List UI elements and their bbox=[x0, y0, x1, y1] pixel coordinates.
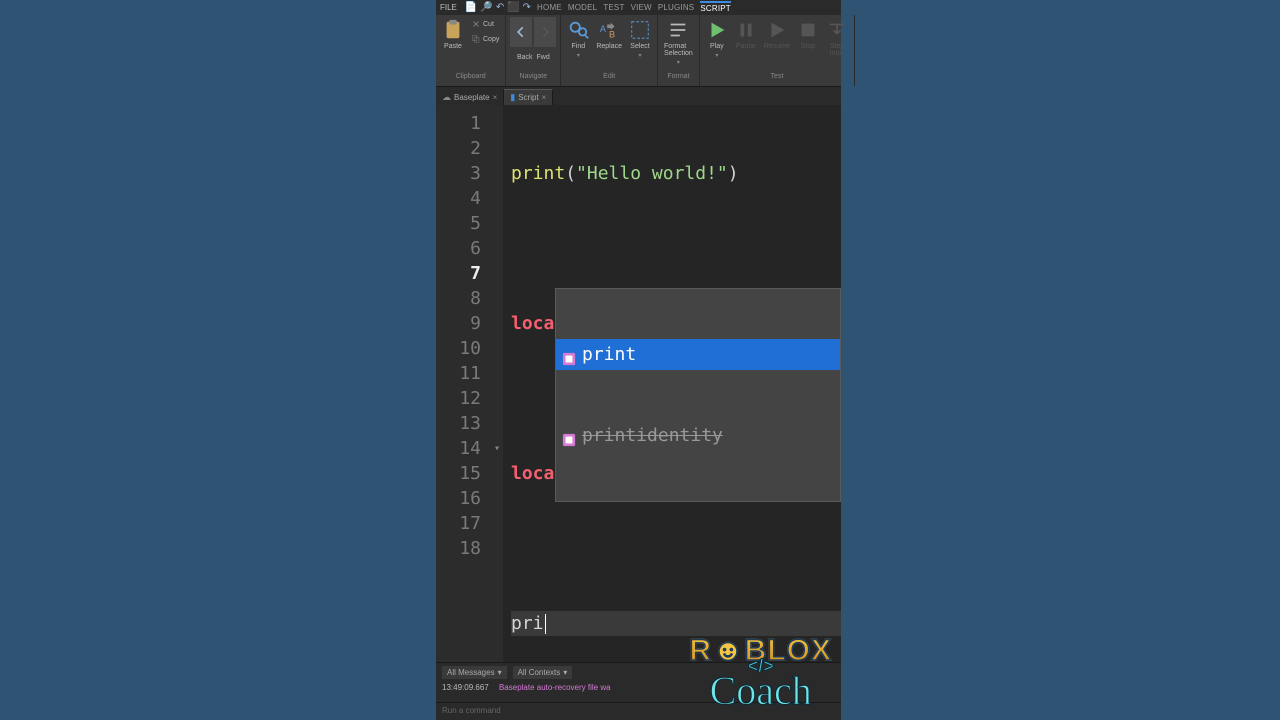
ribbon-tab-home[interactable]: HOME bbox=[537, 3, 562, 12]
find-button[interactable]: Find▾ bbox=[565, 17, 591, 61]
quick-access-toolbar: 📄 🔎 ↶ ⬛ ↷ bbox=[465, 2, 531, 13]
ribbon-tab-test[interactable]: TEST bbox=[603, 3, 624, 12]
svg-text:B: B bbox=[609, 29, 615, 39]
resume-button: Resume bbox=[762, 17, 792, 52]
document-tabs: ☁ Baseplate × ▮ Script × bbox=[436, 87, 841, 105]
ribbon-label: Format bbox=[667, 73, 689, 80]
ribbon-label: Clipboard bbox=[456, 73, 486, 80]
play-button[interactable]: Play▾ bbox=[704, 17, 730, 61]
cloud-icon: ☁ bbox=[442, 92, 451, 103]
line-gutter: 1 2 3 4 5 6 7 8 9 10 11 12 13 14 15 16 1… bbox=[436, 105, 491, 662]
step-into-button: Step Into bbox=[824, 17, 850, 59]
ribbon-group-clipboard: Paste Cut Copy Clipboard bbox=[436, 15, 506, 86]
close-icon[interactable]: × bbox=[542, 93, 547, 102]
format-selection-button[interactable]: Format Selection▾ bbox=[662, 17, 695, 68]
ribbon-label: Test bbox=[770, 73, 783, 80]
script-icon: ▮ bbox=[510, 92, 515, 103]
new-icon[interactable]: 📄 bbox=[465, 2, 477, 13]
binoculars-icon[interactable]: 🔎 bbox=[480, 2, 492, 13]
select-button[interactable]: Select▾ bbox=[627, 17, 653, 61]
ribbon-group-navigate: Back Fwd Navigate bbox=[506, 15, 561, 86]
ribbon-group-edit: Find▾ AB Replace Select▾ Edit bbox=[561, 15, 658, 86]
tab-script[interactable]: ▮ Script × bbox=[504, 89, 553, 105]
fwd-label: Fwd bbox=[537, 54, 550, 61]
chevron-down-icon: ▾ bbox=[563, 668, 567, 677]
ribbon-label: Edit bbox=[603, 73, 615, 80]
chevron-down-icon: ▾ bbox=[498, 668, 502, 677]
function-icon bbox=[562, 429, 576, 443]
replace-button[interactable]: AB Replace bbox=[594, 17, 624, 52]
code-editor[interactable]: 1 2 3 4 5 6 7 8 9 10 11 12 13 14 15 16 1… bbox=[436, 105, 841, 662]
ribbon-label: Navigate bbox=[520, 73, 548, 80]
pause-button: Pause bbox=[733, 17, 759, 52]
autocomplete-item[interactable]: printidentity bbox=[556, 420, 840, 451]
paste-button[interactable]: Paste bbox=[440, 17, 466, 52]
close-icon[interactable]: × bbox=[493, 93, 498, 102]
tab-baseplate[interactable]: ☁ Baseplate × bbox=[436, 90, 504, 105]
ribbon-tab-model[interactable]: MODEL bbox=[568, 3, 597, 12]
watermark-logo: R☻BLOX </> Coach bbox=[689, 634, 832, 714]
file-menu[interactable]: FILE bbox=[440, 3, 457, 12]
undo-icon[interactable]: ↶ bbox=[496, 2, 504, 13]
ribbon: Paste Cut Copy Clipboard bbox=[436, 15, 841, 87]
back-button[interactable] bbox=[510, 17, 532, 47]
autocomplete-item[interactable]: print bbox=[556, 339, 840, 370]
ribbon-tab-view[interactable]: VIEW bbox=[631, 3, 652, 12]
back-label: Back bbox=[517, 54, 533, 61]
code-area[interactable]: print("Hello world!") local apples = 10 … bbox=[503, 105, 841, 662]
function-icon bbox=[562, 348, 576, 362]
app-window: FILE 📄 🔎 ↶ ⬛ ↷ HOME MODEL TEST VIEW PLUG… bbox=[436, 0, 841, 720]
svg-text:A: A bbox=[600, 24, 607, 34]
ribbon-tab-plugins[interactable]: PLUGINS bbox=[658, 3, 695, 12]
ribbon-group-format: Format Selection▾ Format bbox=[658, 15, 700, 86]
autocomplete-popup[interactable]: print printidentity bbox=[555, 288, 841, 502]
fold-column: ▾ bbox=[491, 105, 503, 662]
text-cursor bbox=[545, 614, 546, 634]
output-filter-messages[interactable]: All Messages▾ bbox=[442, 666, 507, 679]
output-filter-contexts[interactable]: All Contexts▾ bbox=[513, 666, 573, 679]
redo-icon[interactable]: ↷ bbox=[523, 2, 531, 13]
ribbon-group-test: Play▾ Pause Resume Stop Step Into bbox=[700, 15, 855, 86]
stop-button: Stop bbox=[795, 17, 821, 52]
top-menu-bar: FILE 📄 🔎 ↶ ⬛ ↷ HOME MODEL TEST VIEW PLUG… bbox=[436, 0, 841, 15]
cut-button[interactable]: Cut bbox=[469, 17, 501, 31]
plugin-icon[interactable]: ⬛ bbox=[507, 2, 519, 13]
ribbon-tab-script[interactable]: SCRIPT bbox=[700, 1, 731, 13]
copy-button[interactable]: Copy bbox=[469, 32, 501, 46]
command-placeholder: Run a command bbox=[442, 706, 501, 715]
fold-toggle[interactable]: ▾ bbox=[491, 436, 503, 461]
forward-button[interactable] bbox=[534, 17, 556, 47]
